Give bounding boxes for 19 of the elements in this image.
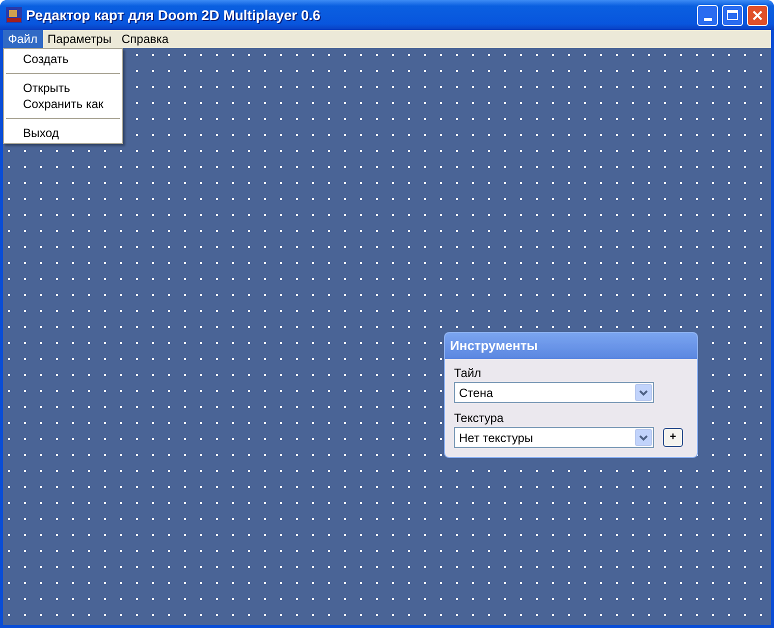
panel-title: Инструменты <box>445 333 697 359</box>
menu-entry[interactable]: Выход <box>4 125 122 141</box>
minimize-button[interactable] <box>697 4 718 26</box>
window-title: Редактор карт для Doom 2D Multiplayer 0.6 <box>26 6 322 25</box>
close-icon <box>752 10 763 20</box>
add-texture-button[interactable]: + <box>663 428 683 447</box>
app-icon <box>6 7 22 23</box>
field-label: Текстура <box>454 410 505 427</box>
close-button[interactable] <box>747 4 768 26</box>
menu-item[interactable]: Файл <box>3 30 43 48</box>
maximize-button[interactable] <box>722 4 743 26</box>
field-label: Тайл <box>454 365 482 382</box>
menu-entry[interactable]: Создать <box>4 51 122 67</box>
tile-dropdown[interactable]: Стена <box>454 382 654 403</box>
texture-dropdown[interactable]: Нет текстуры <box>454 427 654 448</box>
menu-item[interactable]: Параметры <box>42 30 116 48</box>
menu-entry[interactable]: Открыть <box>4 80 122 96</box>
menu-entry[interactable]: Сохранить как <box>4 96 122 112</box>
menu-item[interactable]: Справка <box>116 30 174 48</box>
